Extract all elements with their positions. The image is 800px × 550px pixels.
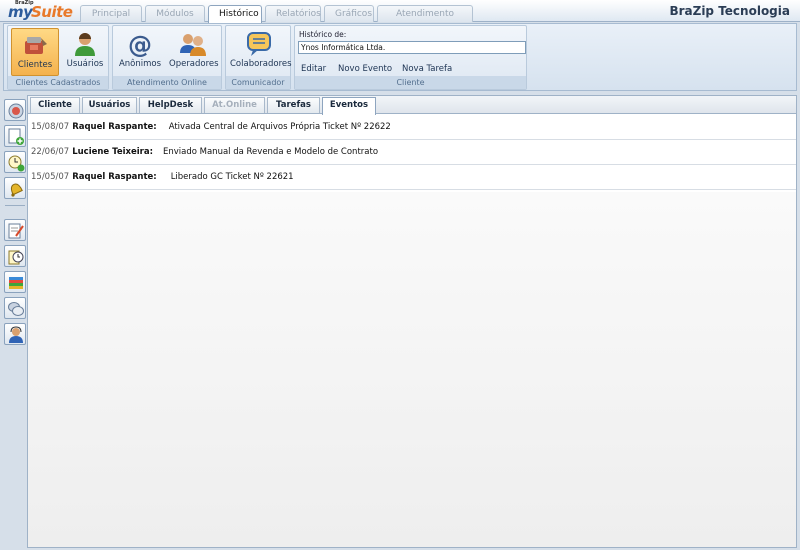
- main-tabs: Principal Módulos Histórico Relatórios G…: [80, 5, 473, 35]
- add-document-button[interactable]: [4, 125, 26, 147]
- event-author: Raquel Raspante:: [72, 172, 157, 182]
- user-icon: [75, 33, 95, 56]
- editar-button[interactable]: Editar: [301, 64, 326, 74]
- subtab-at-online: At.Online: [204, 97, 265, 113]
- event-message: Enviado Manual da Revenda e Modelo de Co…: [162, 147, 379, 157]
- chat-button[interactable]: [4, 297, 26, 319]
- event-message: Liberado GC Ticket Nº 22621: [170, 172, 294, 182]
- event-message: Ativada Central de Arquivos Própria Tick…: [168, 122, 391, 132]
- usuarios-label: Usuários: [66, 59, 104, 69]
- tab-relatorios[interactable]: Relatórios: [265, 5, 321, 22]
- new-schedule-button[interactable]: [4, 151, 26, 173]
- speech-bubble-icon: [247, 32, 271, 56]
- sub-tabs: Cliente Usuários HelpDesk At.Online Tare…: [28, 96, 796, 115]
- tab-graficos[interactable]: Gráficos: [324, 5, 374, 22]
- usuarios-button[interactable]: Usuários: [61, 28, 109, 76]
- group-caption-comunicador: Comunicador: [226, 76, 290, 89]
- historico-label: Histórico de:: [299, 30, 347, 39]
- colaboradores-label: Colaboradores: [230, 59, 292, 69]
- add-document-icon: [8, 128, 24, 145]
- subtab-eventos[interactable]: Eventos: [322, 97, 376, 115]
- ribbon: Clientes Usuários Clientes Cadastrados @…: [3, 23, 797, 91]
- subtab-helpdesk[interactable]: HelpDesk: [139, 97, 202, 113]
- group-atendimento-online: @ Anônimos Operadores Atendimento Online: [112, 25, 222, 90]
- historico-field[interactable]: Ynos Informática Ltda.: [298, 41, 526, 54]
- find-client-button[interactable]: [4, 99, 26, 121]
- list-item[interactable]: 15/08/07 Raquel Raspante: Ativada Central …: [28, 115, 796, 140]
- tab-principal[interactable]: Principal: [80, 5, 142, 22]
- event-list: 15/08/07 Raquel Raspante: Ativada Central …: [28, 115, 796, 190]
- tab-atendimento-online[interactable]: Atendimento Online: [377, 5, 473, 35]
- group-cliente: Histórico de: Ynos Informática Ltda. Edi…: [294, 25, 527, 90]
- group-clientes-cadastrados: Clientes Usuários Clientes Cadastrados: [7, 25, 109, 90]
- event-author: Raquel Raspante:: [72, 122, 157, 132]
- notes-button[interactable]: [4, 219, 26, 241]
- clients-icon: [25, 37, 47, 54]
- toolbar-separator: [5, 205, 25, 206]
- chat-icon: [8, 302, 24, 316]
- tab-historico[interactable]: Histórico: [208, 5, 262, 23]
- clock-icon: [8, 250, 24, 265]
- subtab-usuarios[interactable]: Usuários: [82, 97, 137, 113]
- group-caption-clientes-cadastrados: Clientes Cadastrados: [8, 76, 108, 89]
- event-author: Luciene Teixeira:: [72, 147, 153, 157]
- user-support-icon: [9, 326, 23, 343]
- anonimos-label: Anônimos: [118, 59, 162, 69]
- event-date: 22/06/07: [31, 147, 70, 157]
- logo-suite-text: Suite: [31, 3, 73, 21]
- operadores-button[interactable]: Operadores: [169, 28, 219, 76]
- subtab-tarefas[interactable]: Tarefas: [267, 97, 320, 113]
- svg-text:@: @: [128, 31, 152, 57]
- nova-tarefa-button[interactable]: Nova Tarefa: [402, 64, 452, 74]
- operadores-label: Operadores: [169, 59, 219, 69]
- group-caption-atendimento-online: Atendimento Online: [113, 76, 221, 89]
- left-toolbar: [2, 95, 27, 547]
- list-item[interactable]: 15/05/07 Raquel Raspante: Liberado GC Tick…: [28, 165, 796, 190]
- clock-button[interactable]: [4, 245, 26, 267]
- top-bar: BraZip my Suite Principal Módulos Histór…: [0, 0, 800, 35]
- empty-area: [28, 192, 796, 547]
- clientes-button[interactable]: Clientes: [11, 28, 59, 76]
- notes-icon: [8, 223, 24, 239]
- at-sign-icon: @: [128, 31, 152, 57]
- novo-evento-button[interactable]: Novo Evento: [338, 64, 392, 74]
- list-item[interactable]: 22/06/07 Luciene Teixeira: Enviado Manual …: [28, 140, 796, 165]
- anonimos-button[interactable]: @ Anônimos: [116, 28, 164, 76]
- tab-modulos[interactable]: Módulos: [145, 5, 205, 22]
- logo-my-text: my: [8, 3, 33, 21]
- books-button[interactable]: [4, 271, 26, 293]
- group-caption-cliente: Cliente: [295, 76, 526, 89]
- subtab-cliente[interactable]: Cliente: [30, 97, 80, 113]
- operators-icon: [180, 34, 206, 56]
- books-icon: [9, 277, 23, 289]
- event-date: 15/08/07: [31, 122, 70, 132]
- group-comunicador: Colaboradores Comunicador: [225, 25, 292, 90]
- colaboradores-button[interactable]: Colaboradores: [230, 28, 292, 76]
- find-client-icon: [8, 103, 24, 119]
- bell-icon: [10, 183, 23, 197]
- new-schedule-icon: [8, 155, 25, 172]
- content-panel: Cliente Usuários HelpDesk At.Online Tare…: [27, 95, 797, 548]
- bell-button[interactable]: [4, 177, 26, 199]
- clientes-label: Clientes: [17, 60, 53, 70]
- user-support-button[interactable]: [4, 323, 26, 345]
- event-date: 15/05/07: [31, 172, 70, 182]
- company-name: BraZip Tecnologia: [669, 4, 790, 18]
